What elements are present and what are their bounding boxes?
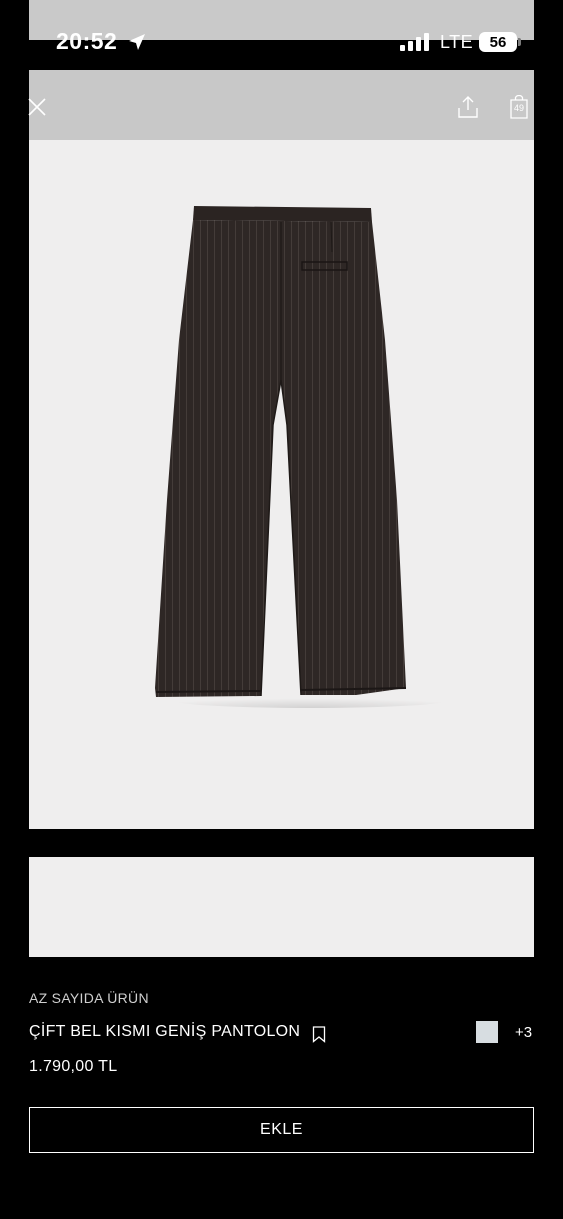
bag-count: 49 [513, 103, 524, 113]
add-to-cart-button[interactable]: EKLE [29, 1107, 534, 1153]
battery-icon: 56 [479, 32, 517, 52]
product-name: ÇİFT BEL KISMI GENİŞ PANTOLON [29, 1023, 301, 1040]
product-price: 1.790,00 TL [29, 1058, 118, 1075]
network-type: LTE [440, 32, 474, 52]
battery-level: 56 [489, 33, 507, 51]
shopping-bag-button[interactable]: 49 [510, 95, 528, 119]
status-time: 20:52 [56, 28, 118, 54]
product-image-secondary[interactable] [29, 857, 534, 957]
share-icon[interactable] [457, 95, 479, 119]
location-arrow-icon [129, 34, 145, 50]
product-image[interactable] [29, 140, 534, 829]
battery-tip [518, 38, 521, 46]
product-nav-bar: 49 [27, 70, 534, 140]
status-bar: 20:52 LTE 56 [0, 26, 563, 60]
more-colors-count[interactable]: +3 [515, 1024, 532, 1041]
color-swatch[interactable] [476, 1021, 498, 1043]
stock-note: AZ SAYIDA ÜRÜN [29, 990, 149, 1006]
cellular-signal-icon [400, 33, 429, 51]
trousers-illustration [155, 206, 450, 708]
bookmark-icon[interactable] [312, 1026, 326, 1043]
close-icon[interactable] [27, 97, 47, 117]
